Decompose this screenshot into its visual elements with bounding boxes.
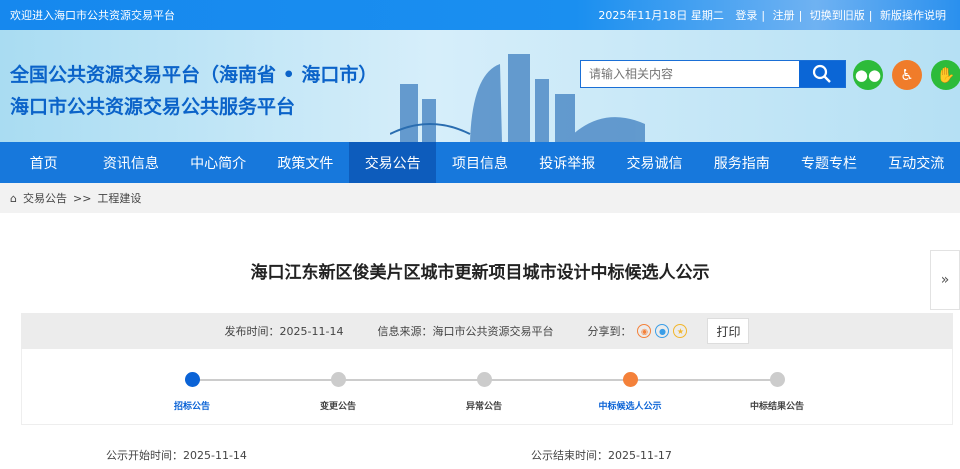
article-title: 海口江东新区俊美片区城市更新项目城市设计中标候选人公示 bbox=[250, 263, 710, 283]
step-dot bbox=[769, 372, 785, 387]
guide-link[interactable]: 新版操作说明 bbox=[880, 9, 946, 22]
expand-sidebar-button[interactable]: » bbox=[930, 250, 960, 310]
nav-about[interactable]: 中心简介 bbox=[175, 142, 262, 183]
old-version-link[interactable]: 切换到旧版 bbox=[810, 9, 865, 22]
step-label: 异常公告 bbox=[465, 402, 502, 412]
home-icon[interactable]: ⌂ bbox=[10, 192, 17, 205]
site-title: 全国公共资源交易平台（海南省 • 海口市） bbox=[10, 64, 378, 86]
breadcrumb-engineering[interactable]: 工程建设 bbox=[97, 190, 141, 206]
register-link[interactable]: 注册 bbox=[773, 9, 795, 22]
publicity-end: 公示结束时间：2025-11-17 bbox=[531, 449, 672, 462]
nav-service[interactable]: 服务指南 bbox=[698, 142, 785, 183]
qq-icon[interactable]: ● bbox=[655, 324, 670, 338]
breadcrumb-separator: >> bbox=[72, 191, 92, 205]
wechat-icon[interactable]: ●● bbox=[853, 60, 883, 90]
login-link[interactable]: 登录 bbox=[735, 9, 757, 22]
search-box bbox=[580, 60, 846, 88]
print-button[interactable]: 打印 bbox=[707, 318, 750, 344]
step-change[interactable]: 变更公告 bbox=[278, 372, 398, 412]
article-meta-bar: 发布时间：2025-11-14 信息来源：海口市公共资源交易平台 分享到： ◉ … bbox=[21, 313, 953, 349]
step-candidate[interactable]: 中标候选人公示 bbox=[570, 372, 690, 412]
date-text: 2025年11月18日 星期二 bbox=[598, 9, 724, 22]
progress-steps: 招标公告 变更公告 异常公告 中标候选人公示 中标结果公告 bbox=[21, 349, 953, 425]
step-dot bbox=[476, 372, 492, 387]
nav-interaction[interactable]: 互动交流 bbox=[873, 142, 960, 183]
qzone-icon[interactable]: ★ bbox=[673, 324, 688, 338]
top-bar: 欢迎进入海口市公共资源交易平台 2025年11月18日 星期二 登录 | 注册 | … bbox=[0, 0, 960, 30]
nav-projects[interactable]: 项目信息 bbox=[436, 142, 523, 183]
step-abnormal[interactable]: 异常公告 bbox=[424, 372, 544, 412]
handshake-icon[interactable]: ✋ bbox=[931, 60, 960, 90]
step-label: 变更公告 bbox=[319, 402, 356, 412]
step-label: 中标候选人公示 bbox=[598, 402, 662, 412]
step-dot bbox=[330, 372, 346, 387]
step-tender[interactable]: 招标公告 bbox=[132, 372, 252, 412]
search-button[interactable] bbox=[799, 61, 845, 87]
breadcrumb-announcements[interactable]: 交易公告 bbox=[23, 190, 67, 206]
step-result[interactable]: 中标结果公告 bbox=[717, 372, 837, 412]
publish-time: 发布时间：2025-11-14 bbox=[224, 325, 344, 338]
nav-complaints[interactable]: 投诉举报 bbox=[524, 142, 611, 183]
welcome-text: 欢迎进入海口市公共资源交易平台 bbox=[10, 9, 175, 22]
nav-news[interactable]: 资讯信息 bbox=[87, 142, 174, 183]
search-input[interactable] bbox=[581, 61, 799, 87]
breadcrumb: ⌂ 交易公告 >> 工程建设 bbox=[0, 183, 960, 213]
main-nav: 首页 资讯信息 中心简介 政策文件 交易公告 项目信息 投诉举报 交易诚信 服务… bbox=[0, 142, 960, 183]
nav-announcements[interactable]: 交易公告 bbox=[349, 142, 437, 183]
step-label: 中标结果公告 bbox=[749, 402, 804, 412]
nav-home[interactable]: 首页 bbox=[0, 142, 87, 183]
accessibility-icon[interactable]: ♿ bbox=[892, 60, 922, 90]
weibo-icon[interactable]: ◉ bbox=[637, 324, 652, 338]
info-source: 信息来源：海口市公共资源交易平台 bbox=[377, 325, 554, 338]
double-chevron-right-icon: » bbox=[940, 272, 950, 288]
header: 全国公共资源交易平台（海南省 • 海口市） 海口市公共资源交易公共服务平台 ●●… bbox=[0, 30, 960, 142]
publicity-start: 公示开始时间：2025-11-14 bbox=[106, 449, 247, 462]
step-dot bbox=[184, 372, 200, 387]
search-icon bbox=[812, 64, 831, 83]
step-label: 招标公告 bbox=[173, 402, 210, 412]
share-label: 分享到： bbox=[587, 325, 632, 338]
nav-topics[interactable]: 专题专栏 bbox=[785, 142, 872, 183]
city-skyline-illustration bbox=[390, 54, 645, 142]
nav-credit[interactable]: 交易诚信 bbox=[611, 142, 698, 183]
nav-policy[interactable]: 政策文件 bbox=[262, 142, 349, 183]
site-subtitle: 海口市公共资源交易公共服务平台 bbox=[10, 96, 296, 118]
step-dot bbox=[622, 372, 638, 387]
